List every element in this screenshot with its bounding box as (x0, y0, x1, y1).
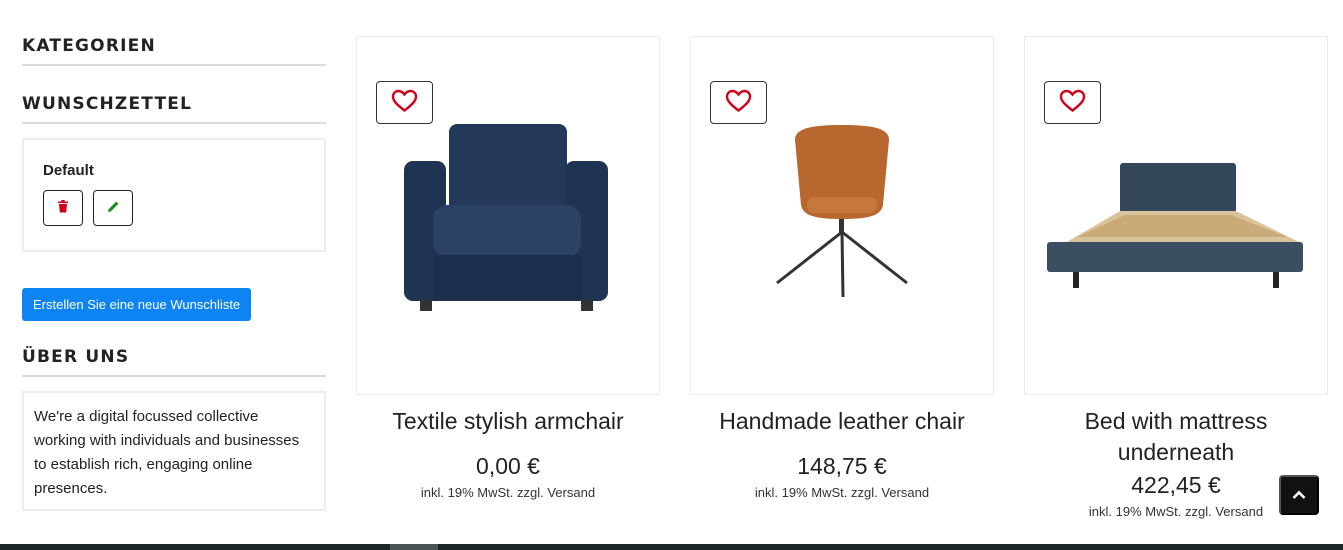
product-image-box[interactable] (690, 36, 994, 395)
product-name[interactable]: Textile stylish armchair (356, 406, 660, 437)
product-card: Handmade leather chair 148,75 € inkl. 19… (690, 36, 994, 500)
wishlist-heading: WUNSCHZETTEL (22, 94, 326, 124)
create-wishlist-button[interactable]: Erstellen Sie eine neue Wunschliste (22, 288, 252, 321)
pencil-icon (107, 200, 120, 216)
product-image-box[interactable] (356, 36, 660, 395)
bed-image (1047, 163, 1303, 288)
product-price: 0,00 € (476, 453, 540, 479)
product-card: Bed with mattress underneath 422,45 € in… (1024, 36, 1328, 519)
delete-wishlist-button[interactable] (43, 190, 83, 226)
footer-bar (0, 544, 1343, 550)
leather-chair-image (776, 125, 908, 298)
scroll-top-button[interactable] (1279, 475, 1319, 515)
wishlist-card: Default (22, 138, 326, 252)
wishlist-name[interactable]: Default (43, 162, 324, 179)
trash-icon (57, 200, 69, 216)
product-name[interactable]: Handmade leather chair (690, 406, 994, 437)
product-card: Textile stylish armchair 0,00 € inkl. 19… (356, 36, 660, 500)
product-tax-note: inkl. 19% MwSt. zzgl. Versand (420, 485, 596, 500)
product-price: 148,75 € (797, 453, 887, 479)
product-name[interactable]: Bed with mattress underneath (1024, 406, 1328, 468)
about-text: We're a digital focussed collective work… (22, 391, 326, 511)
product-tax-note: inkl. 19% MwSt. zzgl. Versand (754, 485, 930, 500)
wishlist-actions (43, 190, 324, 226)
about-heading: ÜBER UNS (22, 347, 326, 377)
armchair-image (404, 124, 608, 311)
edit-wishlist-button[interactable] (93, 190, 133, 226)
footer-scroll-indicator (390, 544, 438, 550)
categories-heading: KATEGORIEN (22, 36, 326, 66)
chevron-up-icon (1292, 488, 1306, 503)
sidebar: KATEGORIEN WUNSCHZETTEL Default Erstelle… (22, 36, 326, 511)
product-image-box[interactable] (1024, 36, 1328, 395)
